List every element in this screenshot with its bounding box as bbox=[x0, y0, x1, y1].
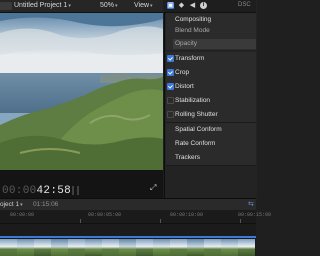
blend-mode-label: Blend Mode bbox=[175, 27, 210, 34]
clip-thumbnail bbox=[119, 239, 136, 256]
ruler-tick: 00:00:10:00 bbox=[170, 212, 204, 218]
video-viewer[interactable] bbox=[0, 13, 163, 170]
chevron-down-icon: ▾ bbox=[20, 202, 23, 208]
crop-section[interactable]: Crop bbox=[166, 66, 256, 81]
opacity-row[interactable]: Opacity bbox=[173, 39, 256, 49]
rolling-shutter-checkbox[interactable] bbox=[167, 111, 174, 118]
transform-checkbox[interactable] bbox=[167, 55, 174, 62]
clip-thumbnail bbox=[17, 239, 34, 256]
ruler-line bbox=[80, 219, 81, 223]
clip-thumbnail bbox=[221, 239, 238, 256]
timecode-display[interactable]: 00:0042:58 bbox=[2, 185, 71, 197]
clip-filmstrip[interactable] bbox=[0, 239, 256, 256]
stabilization-checkbox[interactable] bbox=[167, 97, 174, 104]
project-title: Untitled Project 1 bbox=[14, 2, 68, 9]
timecode-value: 42:58 bbox=[36, 185, 72, 197]
rolling-shutter-section[interactable]: Rolling Shutter bbox=[166, 108, 256, 123]
timeline-duration: 01:15:06 bbox=[33, 201, 59, 208]
clip-thumbnail bbox=[136, 239, 153, 256]
rolling-shutter-label: Rolling Shutter bbox=[175, 111, 218, 118]
stabilization-label: Stabilization bbox=[175, 97, 211, 104]
clip-thumbnail bbox=[238, 239, 255, 256]
crop-label: Crop bbox=[175, 69, 190, 76]
info-inspector-icon[interactable]: i bbox=[200, 2, 207, 9]
view-label: View bbox=[134, 2, 150, 9]
audio-inspector-icon[interactable]: ◀ bbox=[189, 2, 196, 9]
ruler-line bbox=[160, 219, 161, 223]
crop-checkbox[interactable] bbox=[167, 69, 174, 76]
timeline-project-menu[interactable]: oject 1▾ bbox=[0, 201, 23, 208]
distort-label: Distort bbox=[175, 83, 194, 90]
ruler-tick: 00:00:15:00 bbox=[238, 212, 272, 218]
project-title-menu[interactable]: Untitled Project 1▾ bbox=[14, 2, 71, 9]
clip-thumbnail bbox=[102, 239, 119, 256]
clip-thumbnail bbox=[51, 239, 68, 256]
playhead-marker-left bbox=[72, 186, 74, 195]
stabilization-section[interactable]: Stabilization bbox=[166, 94, 256, 109]
trackers-section[interactable]: Trackers bbox=[166, 151, 256, 166]
chevron-down-icon: ▾ bbox=[68, 3, 71, 9]
fullscreen-icon[interactable]: ⤢ bbox=[150, 184, 158, 192]
chevron-down-icon: ▾ bbox=[150, 3, 153, 9]
clip-selection-bar[interactable] bbox=[0, 236, 256, 238]
viewer-toolbar: Untitled Project 1▾ 50%▾ View▾ bbox=[0, 0, 163, 13]
compositing-section: Compositing Blend Mode Opacity bbox=[166, 13, 256, 50]
transform-label: Transform bbox=[175, 55, 205, 62]
ruler-tick: 00:00:00 bbox=[10, 212, 35, 218]
timeline-ruler[interactable]: 00:00:00 00:00:05:00 00:00:10:00 00:00:1… bbox=[0, 210, 271, 224]
trackers-label: Trackers bbox=[175, 154, 201, 161]
clip-thumbnail bbox=[34, 239, 51, 256]
view-menu[interactable]: View▾ bbox=[134, 2, 153, 9]
clip-thumbnail bbox=[153, 239, 170, 256]
spatial-conform-section[interactable]: Spatial Conform bbox=[166, 123, 256, 138]
rate-conform-label: Rate Conform bbox=[175, 140, 216, 147]
ruler-line bbox=[240, 219, 241, 223]
clip-thumbnail bbox=[85, 239, 102, 256]
color-inspector-icon[interactable]: ◆ bbox=[178, 2, 185, 9]
distort-section[interactable]: Distort bbox=[166, 80, 256, 95]
viewer-left-control[interactable] bbox=[0, 2, 12, 10]
timecode-prefix: 00:00 bbox=[2, 185, 37, 197]
ruler-tick: 00:00:05:00 bbox=[88, 212, 122, 218]
zoom-menu[interactable]: 50%▾ bbox=[100, 2, 118, 9]
clip-thumbnail bbox=[187, 239, 204, 256]
opacity-label: Opacity bbox=[175, 40, 198, 47]
chevron-down-icon: ▾ bbox=[115, 3, 118, 9]
zoom-level: 50% bbox=[100, 2, 115, 9]
distort-checkbox[interactable] bbox=[167, 83, 174, 90]
timeline-header: oject 1▾ 01:15:06 ⇆ bbox=[0, 198, 256, 210]
spatial-conform-label: Spatial Conform bbox=[175, 126, 222, 133]
rate-conform-section[interactable]: Rate Conform bbox=[166, 137, 256, 152]
compositing-label[interactable]: Compositing bbox=[175, 16, 211, 23]
clip-thumbnail bbox=[170, 239, 187, 256]
clip-thumbnail bbox=[0, 239, 17, 256]
timeline-project-label: oject 1 bbox=[0, 201, 20, 208]
video-inspector-icon[interactable]: ▣ bbox=[167, 2, 174, 9]
clip-name: DSC bbox=[238, 2, 251, 8]
transform-section[interactable]: Transform bbox=[166, 52, 256, 67]
timeline-options-icon[interactable]: ⇆ bbox=[248, 200, 254, 208]
landscape-frame bbox=[0, 13, 163, 170]
clip-thumbnail bbox=[68, 239, 85, 256]
playhead-marker-right bbox=[77, 186, 79, 195]
clip-thumbnail bbox=[204, 239, 221, 256]
